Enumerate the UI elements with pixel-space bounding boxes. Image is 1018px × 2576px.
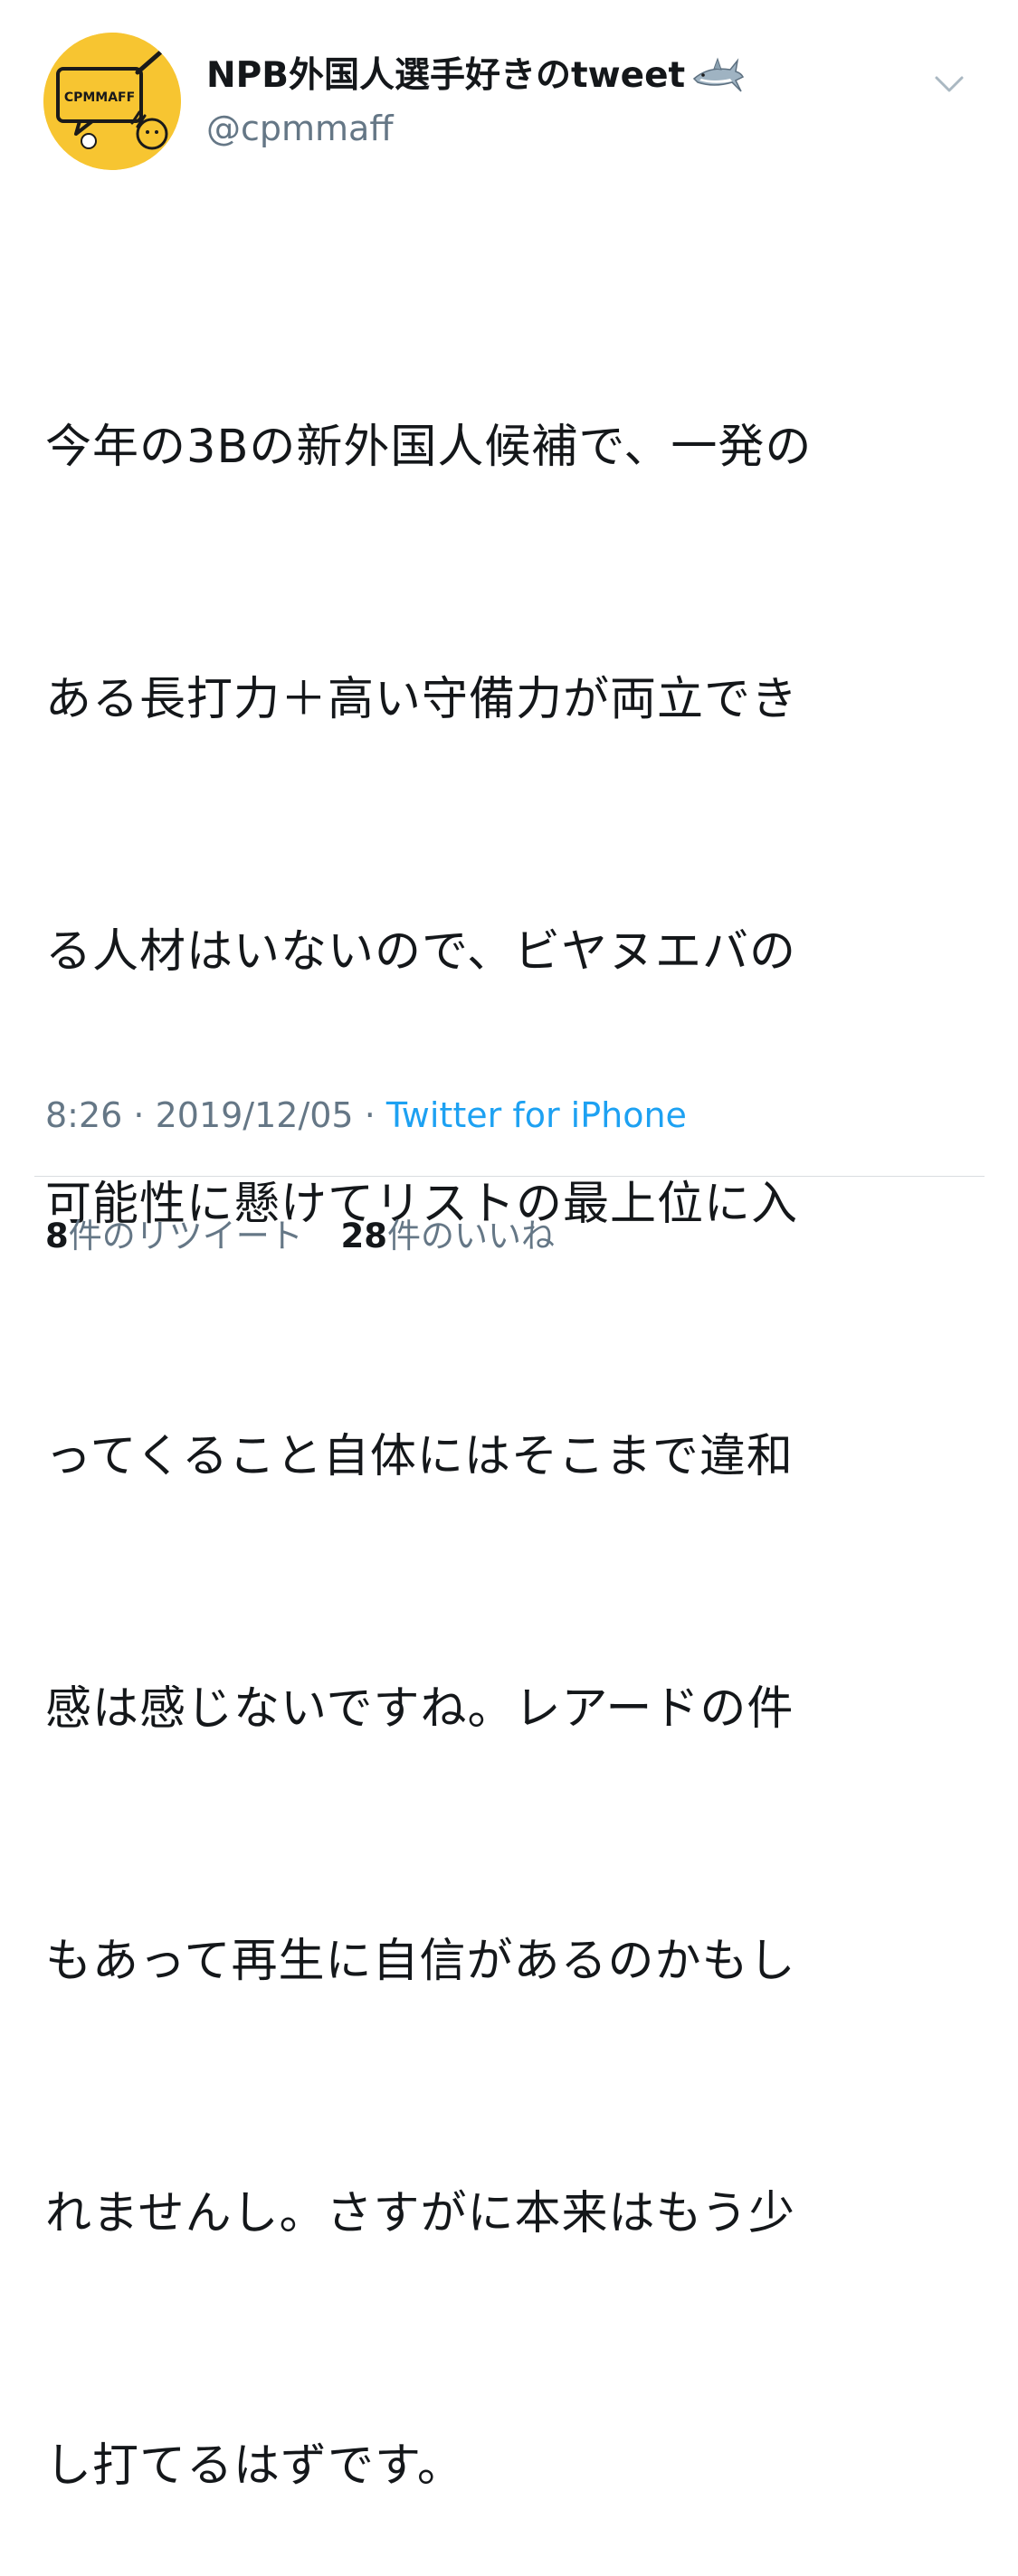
- tweet-source-link[interactable]: Twitter for iPhone: [386, 1095, 687, 1135]
- display-name[interactable]: NPB外国人選手好きのtweet: [206, 51, 685, 101]
- tweet-line: ある長打力＋高い守備力が両立でき: [45, 673, 799, 726]
- tweet-menu-button[interactable]: [931, 65, 967, 101]
- user-names: NPB外国人選手好きのtweet @cpmmaff: [206, 51, 930, 150]
- tweet-line: る人材はいないので、ビヤヌエバの: [45, 925, 796, 979]
- tweet-date[interactable]: 2019/12/05: [156, 1095, 354, 1135]
- meta-separator: ·: [122, 1095, 156, 1135]
- tweet-text: 今年の3Bの新外国人候補で、一発の ある長打力＋高い守備力が両立でき る人材はい…: [45, 237, 959, 2576]
- tweet-line: ってくること自体にはそこまで違和: [45, 1430, 794, 1483]
- tweet-stats: 8件のリツイート 28件のいいね: [45, 1214, 582, 1259]
- likes-count: 28: [340, 1217, 388, 1255]
- tweet-line: し打てるはずです。: [45, 2439, 464, 2493]
- avatar[interactable]: CPMMAFF: [43, 33, 181, 170]
- retweets-count: 8: [45, 1217, 69, 1255]
- shark-icon: [693, 57, 745, 92]
- user-handle[interactable]: @cpmmaff: [206, 107, 930, 150]
- tweet-line: 今年の3Bの新外国人候補で、一発の: [45, 421, 813, 474]
- avatar-logo-text: CPMMAFF: [64, 90, 135, 105]
- likes-label: 件のいいね: [387, 1217, 556, 1255]
- tweet-line: れませんし。さすがに本来はもう少: [45, 2187, 795, 2240]
- chevron-down-icon: [935, 76, 964, 92]
- display-name-row[interactable]: NPB外国人選手好きのtweet: [206, 51, 930, 101]
- tweet-line: もあって再生に自信があるのかもし: [45, 1935, 796, 1988]
- avatar-icon: CPMMAFF: [43, 33, 181, 170]
- likes-stat[interactable]: 28件のいいね: [341, 1214, 556, 1259]
- retweets-label: 件のリツイート: [68, 1217, 303, 1255]
- tweet-line: 感は感じないですね。レアードの件: [45, 1682, 794, 1736]
- tweet-meta: 8:26 · 2019/12/05 · Twitter for iPhone: [45, 1093, 687, 1138]
- tweet-time: 8:26: [45, 1095, 123, 1135]
- meta-separator: ·: [353, 1095, 386, 1135]
- tweet-header: CPMMAFF NPB外国人選手好きのtweet @cpmmaff: [0, 0, 1018, 190]
- divider: [34, 1176, 985, 1177]
- retweets-stat[interactable]: 8件のリツイート: [45, 1214, 303, 1259]
